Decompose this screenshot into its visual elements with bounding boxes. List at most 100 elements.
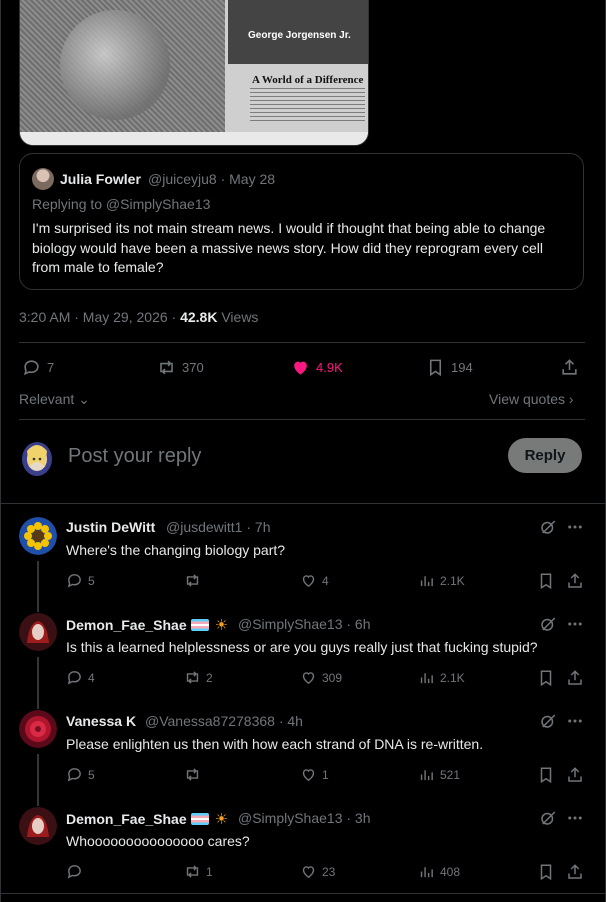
reply-author-handle: @Vanessa87278368 · 4h <box>145 713 303 729</box>
views-count: 408 <box>440 864 461 879</box>
reply-views-action[interactable]: 408 <box>418 863 460 880</box>
analytics-icon <box>420 867 433 878</box>
reply-author-avatar[interactable] <box>19 517 57 555</box>
heart-icon <box>302 866 315 879</box>
heart-filled-icon <box>294 361 307 375</box>
sun-icon: ☀ <box>214 617 229 634</box>
share-action[interactable] <box>560 358 579 377</box>
reply-reply-action[interactable]: 4 <box>66 669 95 686</box>
reply-input[interactable]: Post your reply <box>68 445 201 468</box>
bookmark-icon[interactable] <box>537 572 555 590</box>
reply-icon <box>67 768 81 782</box>
reply-author-name[interactable]: Demon_Fae_Shae ☀ <box>66 810 228 828</box>
reply-author-avatar[interactable] <box>19 807 57 845</box>
quoted-author-handle: @juiceyju8 · May 28 <box>148 171 276 187</box>
reply-tweet[interactable]: Demon_Fae_Shae ☀ @SimplyShae13 · 6h Is th… <box>0 602 606 699</box>
repost-action[interactable]: 370 <box>157 358 204 377</box>
reply-action[interactable]: 7 <box>22 358 54 377</box>
reply-views-action[interactable]: 2.1K <box>418 572 465 589</box>
share-icon[interactable] <box>566 572 584 590</box>
post-views-count: 42.8K <box>180 309 218 325</box>
media-article-title: A World of a Difference <box>252 74 364 86</box>
grok-icon[interactable] <box>539 518 557 536</box>
view-quotes-label: View quotes <box>489 391 566 407</box>
analytics-icon <box>420 770 433 781</box>
quoted-post-card[interactable]: Julia Fowler @juiceyju8 · May 28 Replyin… <box>19 153 584 290</box>
reply-tweet[interactable]: Vanessa K @Vanessa87278368 · 4h Please e… <box>0 699 606 796</box>
grok-icon[interactable] <box>539 712 557 730</box>
like-count: 4.9K <box>316 360 343 375</box>
reply-author-name[interactable]: Demon_Fae_Shae ☀ <box>66 616 228 634</box>
media-paper-edge <box>20 132 368 145</box>
reply-text: Whooooooooooooooo cares? <box>66 833 250 849</box>
like-count: 309 <box>322 670 343 685</box>
grok-icon[interactable] <box>539 809 557 827</box>
repost-icon <box>186 865 199 878</box>
reply-repost-action[interactable]: 1 <box>184 863 213 880</box>
like-action[interactable]: 4.9K <box>291 358 343 377</box>
view-quotes-link[interactable]: View quotes › <box>489 391 574 407</box>
chevron-down-icon: ⌄ <box>74 391 90 407</box>
bookmark-icon[interactable] <box>537 766 555 784</box>
reply-repost-action[interactable] <box>184 766 206 783</box>
more-options-icon[interactable] <box>566 809 584 827</box>
sort-relevant-dropdown[interactable]: Relevant ⌄ <box>19 391 90 408</box>
more-options-icon[interactable] <box>566 615 584 633</box>
bookmark-action[interactable]: 194 <box>426 358 473 377</box>
quoted-author-name[interactable]: Julia Fowler <box>60 171 141 187</box>
more-options-icon[interactable] <box>566 518 584 536</box>
bookmark-icon <box>429 359 442 377</box>
reply-author-avatar[interactable] <box>19 710 57 748</box>
reply-views-action[interactable]: 2.1K <box>418 669 465 686</box>
reply-author-name[interactable]: Justin DeWitt <box>66 519 155 535</box>
trans-flag-icon <box>190 813 209 825</box>
heart-icon <box>302 769 315 782</box>
reply-tweet[interactable]: Justin DeWitt @jusdewitt1 · 7h Where's t… <box>0 505 606 602</box>
reply-button[interactable]: Reply <box>508 438 582 473</box>
reply-repost-action[interactable]: 2 <box>184 669 213 686</box>
reply-author-name[interactable]: Vanessa K <box>66 713 136 729</box>
reply-author-avatar[interactable] <box>19 613 57 651</box>
reply-like-action[interactable]: 309 <box>300 669 342 686</box>
repost-icon <box>186 768 199 781</box>
reply-repost-action[interactable] <box>184 572 206 589</box>
sort-label: Relevant <box>19 391 75 407</box>
bookmark-icon[interactable] <box>537 669 555 687</box>
grok-icon[interactable] <box>539 615 557 633</box>
share-icon[interactable] <box>566 863 584 881</box>
heart-icon <box>302 672 315 685</box>
divider <box>0 503 606 504</box>
share-icon[interactable] <box>566 766 584 784</box>
reply-reply-action[interactable]: 5 <box>66 572 95 589</box>
reply-tweet[interactable]: Demon_Fae_Shae ☀ @SimplyShae13 · 3h Whooo… <box>0 796 606 892</box>
reply-count: 5 <box>88 767 95 782</box>
reply-count: 5 <box>88 573 95 588</box>
reply-count: 4 <box>88 670 95 685</box>
reply-views-action[interactable]: 521 <box>418 766 460 783</box>
reply-like-action[interactable]: 1 <box>300 766 329 783</box>
like-count: 23 <box>322 864 336 879</box>
reply-like-action[interactable]: 4 <box>300 572 329 589</box>
reply-author-handle: @SimplyShae13 · 6h <box>238 616 371 632</box>
bookmark-icon[interactable] <box>537 863 555 881</box>
post-media-image[interactable]: George Jorgensen Jr. A World of a Differ… <box>19 0 369 146</box>
post-views-label: Views <box>217 309 259 325</box>
thread-line <box>37 561 39 602</box>
post-timestamp[interactable]: 3:20 AM · May 29, 2026 · <box>19 309 180 325</box>
reply-reply-action[interactable] <box>66 863 88 880</box>
reply-author-name-text: Demon_Fae_Shae <box>66 617 187 633</box>
sun-icon: ☀ <box>214 811 229 828</box>
user-avatar[interactable] <box>19 437 56 478</box>
reply-text: Please enlighten us then with how each s… <box>66 736 484 752</box>
more-options-icon[interactable] <box>566 712 584 730</box>
repost-icon <box>160 360 173 375</box>
divider <box>0 893 606 894</box>
reply-reply-action[interactable]: 5 <box>66 766 95 783</box>
views-count: 2.1K <box>440 670 465 685</box>
repost-icon <box>186 671 199 684</box>
share-icon[interactable] <box>566 669 584 687</box>
reply-like-action[interactable]: 23 <box>300 863 335 880</box>
views-count: 521 <box>440 767 461 782</box>
quoted-author-avatar[interactable] <box>32 168 54 190</box>
views-count: 2.1K <box>440 573 465 588</box>
